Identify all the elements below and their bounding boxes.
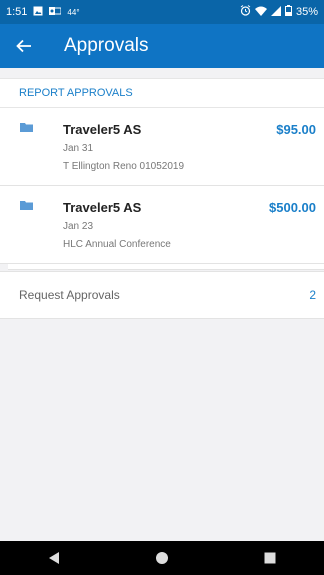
report-date: Jan 23	[63, 221, 94, 232]
outlook-notification-icon	[49, 6, 62, 19]
triangle-back-icon	[49, 552, 59, 564]
report-amount: $500.00	[269, 200, 316, 215]
arrow-left-icon	[16, 39, 31, 53]
alarm-icon	[240, 5, 251, 19]
section-header-label: REPORT APPROVALS	[19, 87, 133, 99]
report-owner: Traveler5 AS	[63, 122, 142, 137]
signal-icon	[270, 5, 281, 19]
request-approvals-count: 2	[309, 288, 316, 302]
report-description: HLC Annual Conference	[63, 239, 171, 250]
request-approvals-row[interactable]: Request Approvals 2	[0, 271, 324, 319]
nav-home-button[interactable]	[142, 541, 182, 575]
report-list: Traveler5 AS Jan 31 T Ellington Reno 010…	[0, 108, 324, 264]
battery-icon	[284, 5, 292, 19]
folder-icon	[20, 201, 33, 210]
temperature-text: 44°	[67, 7, 80, 17]
nav-back-button[interactable]	[34, 541, 74, 575]
status-bar: 1:51 44° 35%	[0, 0, 324, 24]
report-owner: Traveler5 AS	[63, 200, 142, 215]
image-notification-icon	[33, 6, 43, 19]
list-item[interactable]: Traveler5 AS Jan 31 T Ellington Reno 010…	[0, 108, 324, 186]
nav-recents-button[interactable]	[250, 541, 290, 575]
report-description: T Ellington Reno 01052019	[63, 161, 185, 172]
system-nav-bar	[0, 541, 324, 575]
circle-home-icon	[156, 552, 168, 564]
list-divider	[8, 264, 324, 270]
request-approvals-label: Request Approvals	[19, 288, 120, 302]
section-header-report-approvals: REPORT APPROVALS	[0, 78, 324, 108]
report-amount: $95.00	[276, 122, 316, 137]
square-recents-icon	[264, 552, 276, 564]
status-time: 1:51	[6, 6, 28, 18]
folder-icon	[20, 123, 33, 132]
report-date: Jan 31	[63, 143, 94, 154]
list-item[interactable]: Traveler5 AS Jan 23 HLC Annual Conferenc…	[0, 186, 324, 264]
wifi-icon	[254, 6, 267, 19]
page-title: Approvals	[64, 35, 149, 56]
content-area: REPORT APPROVALS Traveler5 AS Jan 31 T E…	[0, 68, 324, 541]
battery-percent: 35%	[295, 6, 318, 18]
back-button[interactable]	[2, 24, 46, 68]
app-bar: Approvals	[0, 24, 324, 68]
